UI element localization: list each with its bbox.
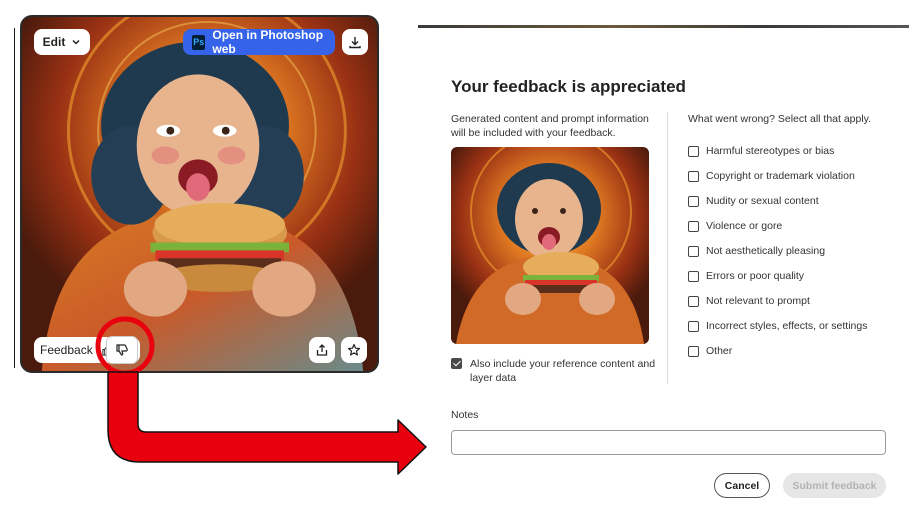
option-checkbox[interactable] <box>688 320 699 332</box>
include-reference-label: Also include your reference content and … <box>470 358 656 384</box>
download-button[interactable] <box>342 29 368 55</box>
option-checkbox[interactable] <box>688 295 699 307</box>
notes-label: Notes <box>451 409 479 421</box>
option-harmful-stereotypes[interactable]: Harmful stereotypes or bias <box>688 138 867 163</box>
include-reference-checkbox[interactable] <box>451 358 462 369</box>
dialog-description: Generated content and prompt information… <box>451 113 649 139</box>
option-checkbox[interactable] <box>688 345 699 357</box>
open-in-photoshop-button[interactable]: Ps Open in Photoshop web <box>183 28 335 56</box>
share-icon <box>316 344 328 356</box>
feedback-label: Feedback <box>40 343 93 357</box>
option-label: Nudity or sexual content <box>706 194 819 207</box>
option-violence[interactable]: Violence or gore <box>688 213 867 238</box>
photoshop-logo: Ps <box>192 34 206 50</box>
option-errors[interactable]: Errors or poor quality <box>688 263 867 288</box>
edit-button[interactable]: Edit <box>34 29 90 55</box>
favorite-button[interactable] <box>341 337 367 363</box>
option-checkbox[interactable] <box>688 245 699 257</box>
include-reference-row[interactable]: Also include your reference content and … <box>451 357 661 385</box>
chevron-down-icon <box>72 39 80 45</box>
option-copyright[interactable]: Copyright or trademark violation <box>688 163 867 188</box>
what-went-wrong-heading: What went wrong? Select all that apply. <box>688 113 872 125</box>
left-divider <box>14 28 15 368</box>
option-label: Not aesthetically pleasing <box>706 244 826 257</box>
option-label: Incorrect styles, effects, or settings <box>706 319 868 332</box>
cancel-button[interactable]: Cancel <box>714 473 770 498</box>
option-label: Other <box>706 344 733 357</box>
annotation-arrow <box>107 371 427 475</box>
option-checkbox[interactable] <box>688 170 699 182</box>
option-label: Copyright or trademark violation <box>706 169 855 182</box>
option-nudity[interactable]: Nudity or sexual content <box>688 188 867 213</box>
feedback-image-preview <box>451 147 649 344</box>
generated-image-card: Edit Ps Open in Photoshop web Feedback <box>20 15 379 373</box>
thumbs-down-icon <box>116 344 128 356</box>
option-label: Harmful stereotypes or bias <box>706 144 835 157</box>
option-incorrect-styles[interactable]: Incorrect styles, effects, or settings <box>688 313 867 338</box>
option-label: Errors or poor quality <box>706 269 805 282</box>
option-not-relevant[interactable]: Not relevant to prompt <box>688 288 867 313</box>
column-divider <box>667 112 668 384</box>
option-checkbox[interactable] <box>688 145 699 157</box>
feedback-options-list: Harmful stereotypes or bias Copyright or… <box>688 138 867 363</box>
option-checkbox[interactable] <box>688 270 699 282</box>
option-label: Violence or gore <box>706 219 783 232</box>
open-in-photoshop-label: Open in Photoshop web <box>212 28 324 56</box>
share-button[interactable] <box>309 337 335 363</box>
dialog-title: Your feedback is appreciated <box>451 77 686 96</box>
option-checkbox[interactable] <box>688 195 699 207</box>
edit-label: Edit <box>42 35 66 49</box>
option-other[interactable]: Other <box>688 338 867 363</box>
notes-input[interactable] <box>451 430 886 455</box>
download-icon <box>349 37 361 49</box>
option-not-aesthetic[interactable]: Not aesthetically pleasing <box>688 238 867 263</box>
dialog-top-edge <box>418 25 909 28</box>
option-label: Not relevant to prompt <box>706 294 810 307</box>
generated-image <box>22 17 377 371</box>
option-checkbox[interactable] <box>688 220 699 232</box>
star-icon <box>347 343 361 356</box>
thumbs-down-button[interactable] <box>106 336 138 364</box>
submit-feedback-button[interactable]: Submit feedback <box>783 473 886 498</box>
